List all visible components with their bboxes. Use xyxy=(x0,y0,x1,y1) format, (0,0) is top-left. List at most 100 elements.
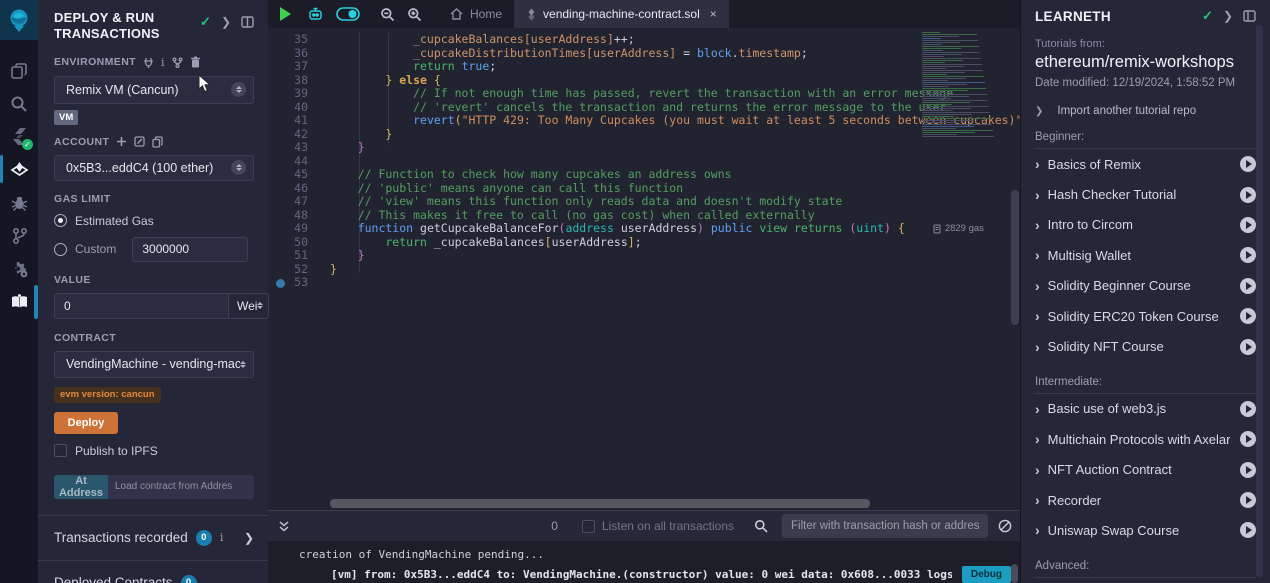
code-line[interactable]: 40 // 'revert' cancels the transaction a… xyxy=(268,101,1020,115)
transactions-expand-icon[interactable]: ❯ xyxy=(244,531,254,545)
code-line[interactable]: 37 return true; xyxy=(268,60,1020,74)
panel-pin-icon[interactable] xyxy=(241,16,254,28)
tutorial-item[interactable]: ›Uniswap Swap Course xyxy=(1035,515,1256,545)
tutorial-item[interactable]: ›Solidity NFT Course xyxy=(1035,331,1256,361)
account-select[interactable]: 0x5B3...eddC4 (100 ether) xyxy=(54,155,254,181)
tutorial-item[interactable]: ›NFT Auction Contract xyxy=(1035,455,1256,485)
editor-horizontal-scrollbar[interactable] xyxy=(330,499,870,508)
value-unit-select[interactable]: Wei xyxy=(228,293,269,319)
code-line[interactable]: 47 // 'view' means this function only re… xyxy=(268,195,1020,209)
code-line[interactable]: 51 } xyxy=(268,249,1020,263)
learneth-scrollbar[interactable] xyxy=(1256,25,1263,577)
editor-minimap[interactable] xyxy=(918,30,1010,138)
tab-active-file[interactable]: vending-machine-contract.sol × xyxy=(514,0,729,28)
remix-logo[interactable] xyxy=(0,0,38,40)
file-explorer-icon[interactable] xyxy=(0,54,38,87)
terminal-scrollbar[interactable] xyxy=(1011,564,1018,583)
editor-vertical-scrollbar[interactable] xyxy=(1011,190,1019,325)
play-tutorial-button[interactable] xyxy=(1240,308,1256,324)
tutorial-item[interactable]: ›Basics of Remix xyxy=(1035,149,1256,179)
git-icon[interactable] xyxy=(0,219,38,252)
settings-icon[interactable] xyxy=(0,252,38,285)
code-line[interactable]: 43 } xyxy=(268,141,1020,155)
terminal-tx-line[interactable]: [vm] from: 0x5B3...eddC4 to: VendingMach… xyxy=(331,566,1011,583)
code-line[interactable]: 46 // 'public' means anyone can call thi… xyxy=(268,182,1020,196)
play-tutorial-button[interactable] xyxy=(1240,492,1256,508)
environment-select[interactable]: Remix VM (Cancun) xyxy=(54,76,254,104)
custom-gas-input[interactable] xyxy=(132,237,248,262)
code-line[interactable]: 36 _cupcakeDistributionTimes[userAddress… xyxy=(268,47,1020,61)
play-tutorial-button[interactable] xyxy=(1240,401,1256,417)
play-tutorial-button[interactable] xyxy=(1240,339,1256,355)
learneth-collapse-icon[interactable]: ❯ xyxy=(1223,9,1233,23)
add-account-icon[interactable] xyxy=(116,136,127,147)
tab-home[interactable]: Home xyxy=(438,0,514,28)
solidity-compiler-icon[interactable]: ✓ xyxy=(0,120,38,153)
zoom-in-icon[interactable] xyxy=(407,7,422,22)
at-address-button[interactable]: At Address xyxy=(54,475,108,499)
code-editor[interactable]: 35 _cupcakeBalances[userAddress]++;36 _c… xyxy=(268,28,1020,510)
edit-account-icon[interactable] xyxy=(134,136,145,147)
tutorial-item[interactable]: ›Solidity Beginner Course xyxy=(1035,271,1256,301)
code-line[interactable]: 44 xyxy=(268,155,1020,169)
tutorial-item[interactable]: ›Multichain Protocols with Axelar xyxy=(1035,424,1256,454)
tutorial-item[interactable]: ›Intro to Circom xyxy=(1035,210,1256,240)
play-tutorial-button[interactable] xyxy=(1240,278,1256,294)
code-line[interactable]: 45 // Function to check how many cupcake… xyxy=(268,168,1020,182)
tutorial-item[interactable]: ›Solidity ERC20 Token Course xyxy=(1035,301,1256,331)
tab-close-icon[interactable]: × xyxy=(710,7,717,21)
code-line[interactable]: 42 } xyxy=(268,128,1020,142)
tutorial-item[interactable]: ›Basic use of web3.js xyxy=(1035,394,1256,424)
code-line[interactable]: 53 xyxy=(268,276,1020,290)
tutorial-item[interactable]: ›All about Proxy Contracts xyxy=(1035,578,1256,583)
search-icon[interactable] xyxy=(0,87,38,120)
tutorial-item[interactable]: ›Multisig Wallet xyxy=(1035,240,1256,270)
play-tutorial-button[interactable] xyxy=(1240,217,1256,233)
tutorial-item[interactable]: ›Recorder xyxy=(1035,485,1256,515)
delete-environment-icon[interactable] xyxy=(190,56,201,68)
ai-toggle-switch[interactable] xyxy=(336,7,360,21)
learneth-book-icon[interactable] xyxy=(0,285,38,318)
fork-icon[interactable] xyxy=(172,57,183,68)
code-line[interactable]: 38 } else { xyxy=(268,74,1020,88)
play-tutorial-button[interactable] xyxy=(1240,187,1256,203)
custom-gas-radio[interactable] xyxy=(54,243,67,256)
learneth-pin-icon[interactable] xyxy=(1243,10,1256,22)
zoom-out-icon[interactable] xyxy=(380,7,395,22)
publish-ipfs-checkbox[interactable] xyxy=(54,444,67,457)
code-line[interactable]: 50 return _cupcakeBalances[userAddress]; xyxy=(268,236,1020,250)
code-line[interactable]: 49 function getCupcakeBalanceFor(address… xyxy=(268,222,1020,236)
transactions-recorded-section[interactable]: Transactions recorded 0 i ❯ xyxy=(38,515,268,560)
debugger-icon[interactable] xyxy=(0,186,38,219)
tutorial-item[interactable]: ›Hash Checker Tutorial xyxy=(1035,179,1256,209)
at-address-input[interactable] xyxy=(108,475,254,499)
terminal-filter-input[interactable] xyxy=(782,514,988,538)
import-tutorial-repo[interactable]: ❯ Import another tutorial repo xyxy=(1035,105,1256,117)
code-line[interactable]: 48 // This makes it free to call (no gas… xyxy=(268,209,1020,223)
contract-select[interactable]: VendingMachine - vending-machin xyxy=(54,351,254,378)
plug-icon[interactable] xyxy=(143,57,154,68)
play-tutorial-button[interactable] xyxy=(1240,247,1256,263)
value-input[interactable] xyxy=(54,293,228,319)
terminal-search-icon[interactable] xyxy=(754,519,768,533)
code-line[interactable]: 41 revert("HTTP 429: Too Many Cupcakes (… xyxy=(268,114,1020,128)
listen-all-transactions-checkbox[interactable] xyxy=(582,520,595,533)
run-script-icon[interactable] xyxy=(280,7,291,21)
clear-terminal-icon[interactable] xyxy=(998,519,1012,533)
play-tutorial-button[interactable] xyxy=(1240,431,1256,447)
transactions-info-icon[interactable]: i xyxy=(220,531,224,544)
ai-assistant-icon[interactable] xyxy=(307,6,324,22)
environment-info-icon[interactable]: i xyxy=(161,56,165,69)
copy-account-icon[interactable] xyxy=(152,136,163,148)
breakpoint-dot[interactable] xyxy=(276,279,285,288)
code-line[interactable]: 52} xyxy=(268,263,1020,277)
deployed-contracts-section[interactable]: Deployed Contracts 0 xyxy=(38,560,268,583)
deploy-button[interactable]: Deploy xyxy=(54,412,118,434)
estimated-gas-radio[interactable] xyxy=(54,214,67,227)
play-tutorial-button[interactable] xyxy=(1240,462,1256,478)
play-tutorial-button[interactable] xyxy=(1240,522,1256,538)
debug-button[interactable]: Debug xyxy=(962,566,1011,583)
expand-terminal-icon[interactable] xyxy=(278,520,290,533)
panel-collapse-icon[interactable]: ❯ xyxy=(221,15,231,29)
deploy-run-icon[interactable] xyxy=(0,153,38,186)
